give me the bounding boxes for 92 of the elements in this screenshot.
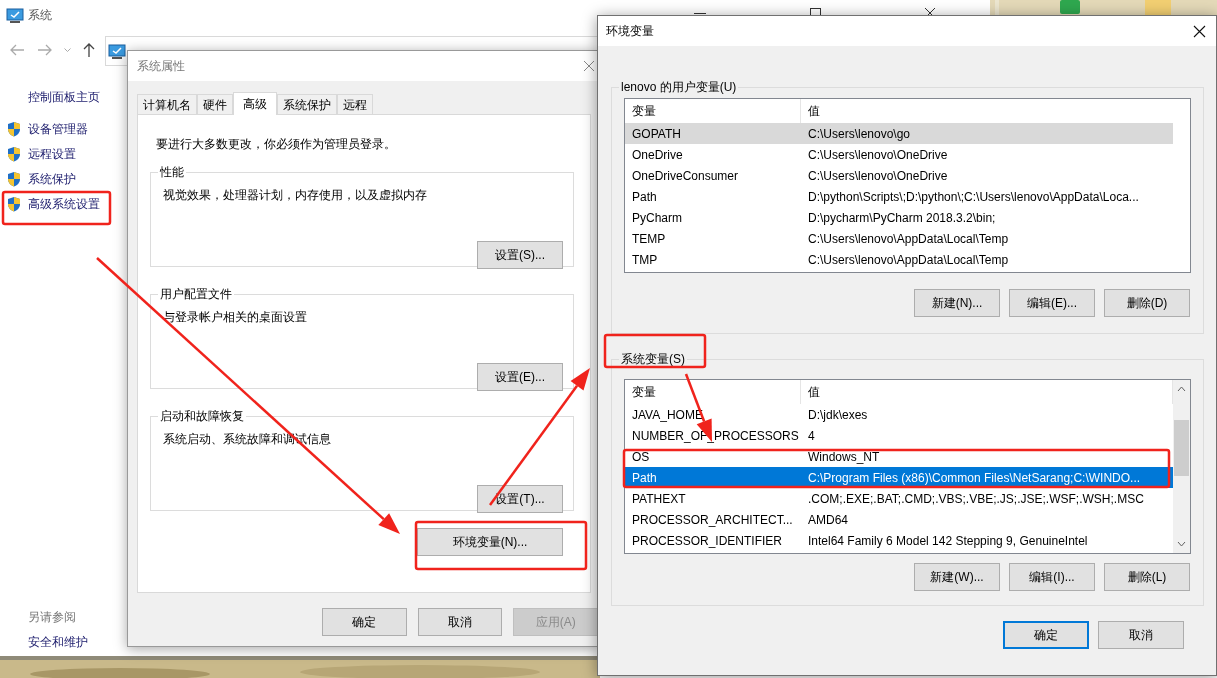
scrollbar[interactable] [1173, 380, 1190, 553]
section-heading: 另请参阅 [28, 609, 76, 626]
dropdown-caret-icon [64, 48, 71, 52]
list-button[interactable]: 删除(D) [1104, 289, 1190, 317]
list-button[interactable]: 删除(L) [1104, 563, 1190, 591]
list-row[interactable]: OS Windows_NT [625, 446, 1173, 467]
dialog-button[interactable]: 确定 [322, 608, 407, 636]
variable-name: TEMP [631, 230, 667, 248]
variable-value: C:\Program Files (x86)\Common Files\NetSarang;C:\WINDO... [807, 469, 1141, 487]
close-icon [1193, 24, 1206, 38]
variable-value: D:\jdk\exes [807, 406, 868, 424]
variable-name: PROCESSOR_ARCHITECT... [631, 511, 794, 529]
list-row[interactable]: Path C:\Program Files (x86)\Common Files\NetSarang;C:\WINDO... [625, 467, 1173, 488]
list-row[interactable]: PROCESSOR_IDENTIFIER Intel64 Family 6 Model 142 Stepping 9, GenuineIntel [625, 530, 1173, 551]
settings-button[interactable]: 设置(S)... [477, 241, 563, 269]
computer-icon [108, 42, 126, 60]
list-row[interactable]: TEMP C:\Users\lenovo\AppData\Local\Temp [625, 228, 1173, 249]
list-row[interactable]: OneDriveConsumer C:\Users\lenovo\OneDrive [625, 165, 1173, 186]
group-description: 与登录帐户相关的桌面设置 [163, 309, 308, 326]
list-row[interactable]: PROCESSOR_ARCHITECT... AMD64 [625, 509, 1173, 530]
list-row[interactable]: OneDrive C:\Users\lenovo\OneDrive [625, 144, 1173, 165]
tab[interactable]: 计算机名 [137, 94, 197, 114]
variable-name: Path [631, 188, 658, 206]
dialog-title: 系统属性 [137, 58, 185, 75]
environment-variables-button[interactable]: 环境变量(N)... [417, 528, 563, 556]
variable-value: C:\Users\lenovo\AppData\Local\Temp [807, 230, 1009, 248]
sidebar-link[interactable]: 安全和维护 [28, 633, 88, 651]
sidebar-link[interactable]: 系统保护 [28, 170, 76, 188]
shield-icon [6, 146, 22, 162]
sidebar-link[interactable]: 设备管理器 [28, 120, 88, 138]
back-arrow-icon [8, 42, 26, 58]
list-button[interactable]: 编辑(E)... [1009, 289, 1095, 317]
list-row[interactable]: TMP C:\Users\lenovo\AppData\Local\Temp [625, 249, 1173, 270]
notice-text: 要进行大多数更改，你必须作为管理员登录。 [156, 136, 397, 153]
dialog-button[interactable]: 确定 [1003, 621, 1089, 649]
variable-value: C:\Users\lenovo\OneDrive [807, 146, 948, 164]
shield-icon [6, 171, 22, 187]
group-description: 视觉效果，处理器计划，内存使用，以及虚拟内存 [163, 187, 428, 204]
dialog-button[interactable]: 取消 [417, 608, 503, 636]
variable-value: 4 [807, 427, 815, 445]
variable-value: Intel64 Family 6 Model 142 Stepping 9, GenuineIntel [807, 532, 1088, 550]
tab[interactable]: 远程 [337, 94, 373, 114]
group-title: lenovo 的用户变量(U) [620, 79, 738, 96]
list-row[interactable]: PyCharm D:\pycharm\PyCharm 2018.3.2\bin; [625, 207, 1173, 228]
list-button[interactable]: 编辑(I)... [1009, 563, 1095, 591]
sidebar-link[interactable]: 高级系统设置 [28, 195, 100, 213]
scroll-up-icon [1177, 386, 1186, 392]
variable-name: GOPATH [631, 125, 682, 143]
variable-name: OneDrive [631, 146, 684, 164]
variable-value: C:\Users\lenovo\OneDrive [807, 167, 948, 185]
list-row[interactable]: PATHEXT .COM;.EXE;.BAT;.CMD;.VBS;.VBE;.JS;.JSE;.WSF;.WSH;.MSC [625, 488, 1173, 509]
list-row[interactable]: Path D:\python\Scripts\;D:\python\;C:\Users\lenovo\AppData\Loca... [625, 186, 1173, 207]
variable-value: C:\Users\lenovo\AppData\Local\Temp [807, 251, 1009, 269]
up-arrow-icon [81, 42, 97, 58]
minimize-icon [694, 13, 706, 14]
variable-name: PyCharm [631, 209, 683, 227]
shield-icon [6, 196, 22, 212]
dialog-title: 环境变量 [606, 23, 654, 40]
list-button[interactable]: 新建(N)... [914, 289, 1000, 317]
sidebar-link[interactable]: 远程设置 [28, 145, 76, 163]
scroll-down-icon [1177, 541, 1186, 547]
window-title: 系统 [28, 7, 52, 24]
variable-name: OneDriveConsumer [631, 167, 740, 185]
variable-value: D:\pycharm\PyCharm 2018.3.2\bin; [807, 209, 996, 227]
group-title: 启动和故障恢复 [159, 408, 245, 425]
column-header[interactable]: 变量 [625, 380, 801, 404]
shield-icon [6, 121, 22, 137]
list-button[interactable]: 新建(W)... [914, 563, 1000, 591]
group-title: 用户配置文件 [159, 286, 233, 303]
computer-icon [6, 6, 24, 24]
list-row[interactable]: GOPATH C:\Users\lenovo\go [625, 123, 1173, 144]
dialog-button[interactable]: 取消 [1098, 621, 1184, 649]
group-title: 性能 [159, 164, 185, 181]
variable-name: OS [631, 448, 651, 466]
variable-name: Path [631, 469, 658, 487]
tab[interactable]: 高级 [233, 92, 277, 115]
close-icon [583, 60, 595, 72]
variable-value: C:\Users\lenovo\go [807, 125, 911, 143]
tab[interactable]: 系统保护 [277, 94, 337, 114]
tab[interactable]: 硬件 [197, 94, 233, 114]
group-title: 系统变量(S) [620, 351, 686, 368]
variable-name: PATHEXT [631, 490, 687, 508]
sidebar-link[interactable]: 控制面板主页 [28, 88, 100, 106]
variable-value: .COM;.EXE;.BAT;.CMD;.VBS;.VBE;.JS;.JSE;.WSF;.WSH;.MSC [807, 490, 1144, 508]
variable-value: Windows_NT [807, 448, 880, 466]
variable-value: D:\python\Scripts\;D:\python\;C:\Users\lenovo\AppData\Loca... [807, 188, 1139, 206]
forward-arrow-icon [36, 42, 54, 58]
variable-value: AMD64 [807, 511, 848, 529]
settings-button[interactable]: 设置(E)... [477, 363, 563, 391]
variable-name: PROCESSOR_IDENTIFIER [631, 532, 784, 550]
variable-name: TMP [631, 251, 659, 269]
scroll-thumb[interactable] [1174, 420, 1189, 476]
